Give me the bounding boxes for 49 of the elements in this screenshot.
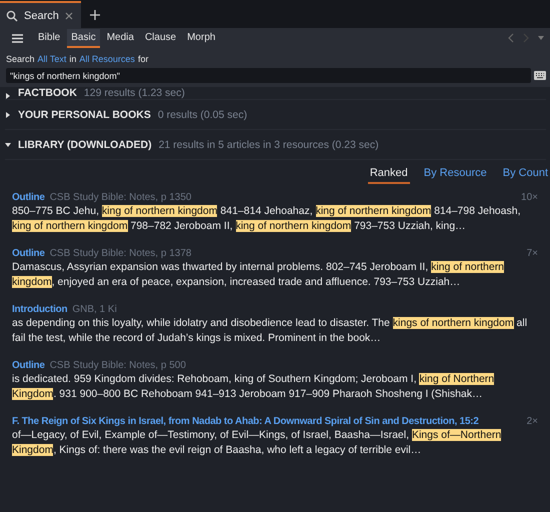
result-source: CSB Study Bible: Notes, p 1350	[50, 192, 192, 203]
hit-count: 10×	[521, 192, 538, 203]
result-snippet: Damascus, Assyrian expansion was thwarted by internal problems. 802–745 Jeroboam II, king of northern kingdom, enjoyed an era of peace, expansion, increased trade and affluence. 793–753 Uzziah…	[12, 260, 506, 290]
keyboard-icon[interactable]	[534, 71, 546, 80]
scope-label: Search	[6, 54, 35, 64]
section-summary: 21 results in 5 articles in 3 resources (0.23 sec)	[158, 138, 379, 150]
scope-link[interactable]: All Text	[38, 54, 66, 64]
dropdown-icon[interactable]	[538, 36, 544, 40]
result-source: CSB Study Bible: Notes, p 1378	[50, 248, 192, 259]
hit-count: 2×	[526, 416, 538, 427]
result-snippet: of—Legacy, of Evil, Example of—Testimony, of Evil—Kings, of Israel, Baasha—Israel, Kings of—Northern Kingdom, Kings of: there was the evil reign of Baasha, who left a legacy of terrible evil…	[12, 428, 502, 458]
close-icon[interactable]	[64, 12, 73, 20]
disclosure-icon[interactable]	[5, 93, 11, 99]
tab-title: Search	[24, 10, 59, 22]
back-icon[interactable]	[508, 33, 514, 43]
section-summary: 129 results (1.23 sec)	[84, 87, 185, 99]
section-title[interactable]: YOUR PERSONAL BOOKS	[18, 108, 151, 120]
result-heading-link[interactable]: Outline	[12, 248, 45, 259]
result-source: GNB, 1 Ki	[72, 304, 117, 315]
search-type-tab[interactable]: Morph	[183, 28, 220, 48]
result-snippet: is dedicated. 959 Kingdom divides: Rehoboam, king of Southern Kingdom; Jeroboam I, king of Northern Kingdom. 931 900–800 BC Rehoboam 941–913 Jeroboam 917–909 Pharaoh Shosheng I (Shishak…	[12, 372, 496, 402]
result-heading-link[interactable]: F. The Reign of Six Kings in Israel, from Nadab to Ahab: A Downward Spiral of Sin and Destruction, 15:2	[12, 416, 479, 427]
scope-link[interactable]: All Resources	[79, 54, 135, 64]
search-type-tab[interactable]: Clause	[140, 28, 180, 48]
scope-label: for	[138, 54, 148, 64]
search-type-tab[interactable]: Basic	[67, 28, 100, 48]
disclosure-icon[interactable]	[5, 112, 11, 118]
search-field[interactable]: "kings of northern kingdom"	[6, 68, 531, 83]
search-type-tab[interactable]: Bible	[34, 28, 64, 48]
section-title[interactable]: FACTBOOK	[18, 87, 77, 99]
result-heading-link[interactable]: Outline	[12, 360, 45, 371]
result-snippet: as depending on this loyalty, while idolatry and disobedience lead to disaster. The kings of northern kingdom all fail the test, while the record of Judah’s kings is mixed. Prominent in the book…	[12, 316, 528, 346]
sort-tab[interactable]: By Resource	[422, 164, 489, 184]
section-title[interactable]: LIBRARY (DOWNLOADED)	[18, 138, 152, 150]
result-heading-link[interactable]: Introduction	[12, 304, 68, 315]
plus-icon[interactable]	[90, 10, 100, 20]
search-type-tab[interactable]: Media	[102, 28, 138, 48]
search-tab[interactable]: Search	[0, 1, 81, 28]
section-summary: 0 results (0.05 sec)	[158, 108, 248, 120]
hit-count: 7×	[526, 248, 538, 259]
result-heading-link[interactable]: Outline	[12, 192, 45, 203]
menu-icon[interactable]	[12, 34, 23, 42]
sort-tab[interactable]: By Count	[500, 164, 550, 184]
result-snippet: 850–775 BC Jehu, king of northern kingdom 841–814 Jehoahaz, king of northern kingdom 814–798 Jehoash, king of northern kingdom 798–782 Jeroboam II, king of northern kingdom 793–753 Uzziah, king…	[12, 204, 522, 234]
result-source: CSB Study Bible: Notes, p 500	[50, 360, 186, 371]
disclosure-icon[interactable]	[5, 142, 11, 148]
search-icon	[6, 10, 18, 22]
scope-label: in	[69, 54, 76, 64]
sort-tab[interactable]: Ranked	[368, 164, 410, 184]
